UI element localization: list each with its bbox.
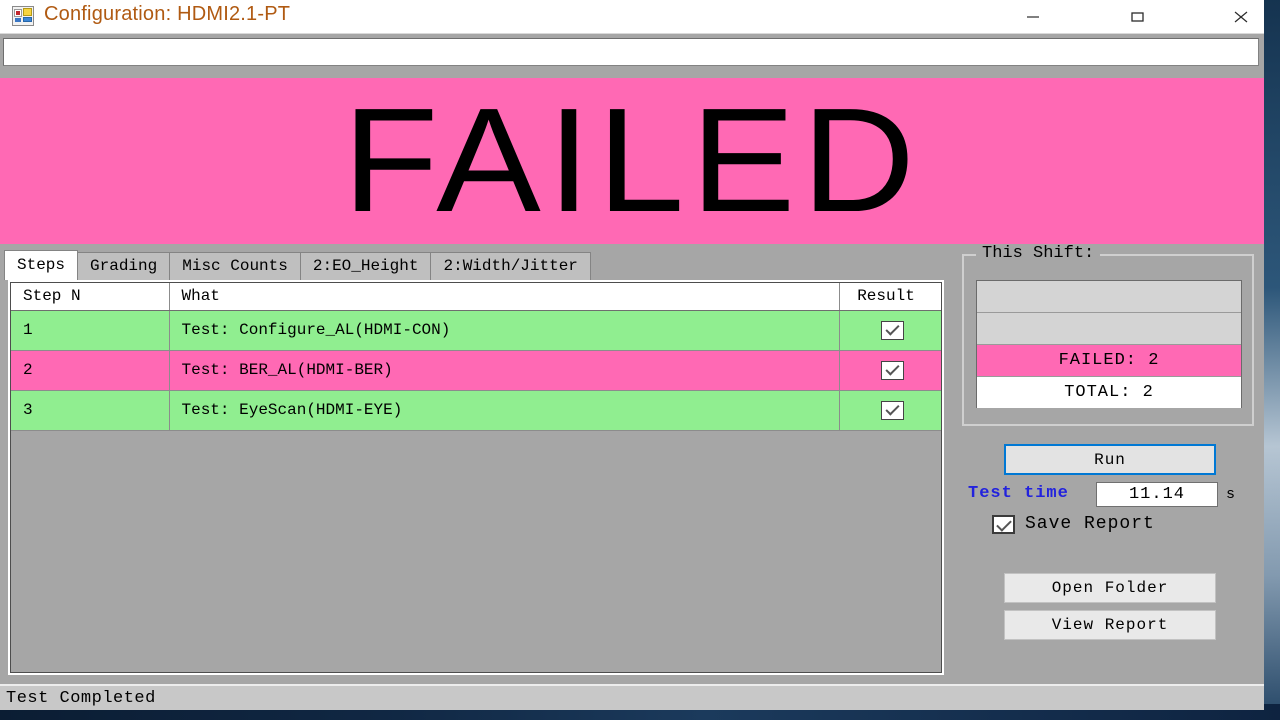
verdict-banner: FAILED (0, 78, 1264, 244)
steps-pane: Steps Grading Misc Counts 2:EO_Height 2:… (0, 248, 952, 682)
tab-strip: Steps Grading Misc Counts 2:EO_Height 2:… (4, 250, 591, 280)
result-checkbox-icon (880, 400, 904, 420)
close-button[interactable] (1218, 0, 1264, 33)
this-shift-group: This Shift: FAILED: 2 TOTAL: 2 (962, 244, 1254, 426)
maximize-button[interactable] (1114, 0, 1160, 33)
list-item-total-count: TOTAL: 2 (977, 377, 1241, 408)
table-row[interactable]: 2 Test: BER_AL(HDMI-BER) (11, 350, 941, 391)
open-folder-button[interactable]: Open Folder (1004, 573, 1216, 603)
tab-misc-counts[interactable]: Misc Counts (169, 252, 301, 280)
test-time-row: Test time 11.14 s (968, 482, 1256, 508)
cell-what[interactable]: Test: BER_AL(HDMI-BER) (169, 350, 840, 391)
cell-step-number[interactable]: 2 (11, 350, 170, 391)
status-text: Test Completed (6, 689, 156, 708)
window-title: Configuration: HDMI2.1-PT (44, 3, 291, 25)
result-checkbox-icon (880, 360, 904, 380)
tab-steps[interactable]: Steps (4, 250, 79, 280)
tab-grading[interactable]: Grading (77, 252, 171, 280)
view-report-button[interactable]: View Report (1004, 610, 1216, 640)
table-row[interactable]: 1 Test: Configure_AL(HDMI-CON) (11, 310, 941, 351)
tab-width-jitter[interactable]: 2:Width/Jitter (430, 252, 591, 280)
test-time-label: Test time (968, 484, 1069, 503)
tab-eo-height[interactable]: 2:EO_Height (299, 252, 432, 280)
column-header-result[interactable]: Result (839, 283, 941, 311)
maximize-icon (1131, 11, 1144, 22)
close-icon (1234, 11, 1248, 22)
minimize-button[interactable] (1010, 0, 1056, 33)
list-item-failed-count: FAILED: 2 (977, 345, 1241, 377)
steps-table: Step N What Result 1 Test: Configure_AL(… (11, 283, 941, 431)
form-designer-icon (12, 6, 34, 26)
run-button[interactable]: Run (1004, 444, 1216, 475)
table-header-row: Step N What Result (11, 283, 941, 311)
cell-step-number[interactable]: 1 (11, 310, 170, 351)
this-shift-legend: This Shift: (976, 244, 1101, 263)
cell-result[interactable] (839, 310, 941, 351)
steps-grid-frame: Step N What Result 1 Test: Configure_AL(… (8, 280, 944, 675)
status-bar: Test Completed (0, 684, 1264, 710)
verdict-text: FAILED (342, 78, 922, 243)
list-item (977, 313, 1241, 345)
minimize-icon (1027, 15, 1039, 18)
cell-result[interactable] (839, 390, 941, 431)
test-time-unit: s (1226, 486, 1236, 503)
this-shift-list[interactable]: FAILED: 2 TOTAL: 2 (976, 280, 1242, 408)
message-input[interactable] (3, 38, 1259, 66)
control-pane: This Shift: FAILED: 2 TOTAL: 2 Run Test … (952, 244, 1264, 682)
cell-result[interactable] (839, 350, 941, 391)
checkbox-checked-icon[interactable] (992, 514, 1015, 534)
test-time-value[interactable]: 11.14 (1096, 482, 1218, 507)
column-header-what[interactable]: What (169, 283, 840, 311)
table-row[interactable]: 3 Test: EyeScan(HDMI-EYE) (11, 390, 941, 431)
application-window: Configuration: HDMI2.1-PT FAILED Steps G… (0, 0, 1264, 710)
title-bar[interactable]: Configuration: HDMI2.1-PT (0, 0, 1264, 34)
cell-what[interactable]: Test: EyeScan(HDMI-EYE) (169, 390, 840, 431)
cell-what[interactable]: Test: Configure_AL(HDMI-CON) (169, 310, 840, 351)
list-item (977, 281, 1241, 313)
cell-step-number[interactable]: 3 (11, 390, 170, 431)
result-checkbox-icon (880, 320, 904, 340)
save-report-checkbox[interactable]: Save Report (992, 514, 1155, 534)
steps-grid-viewport[interactable]: Step N What Result 1 Test: Configure_AL(… (10, 282, 942, 673)
column-header-step-n[interactable]: Step N (11, 283, 170, 311)
save-report-label: Save Report (1025, 514, 1155, 534)
